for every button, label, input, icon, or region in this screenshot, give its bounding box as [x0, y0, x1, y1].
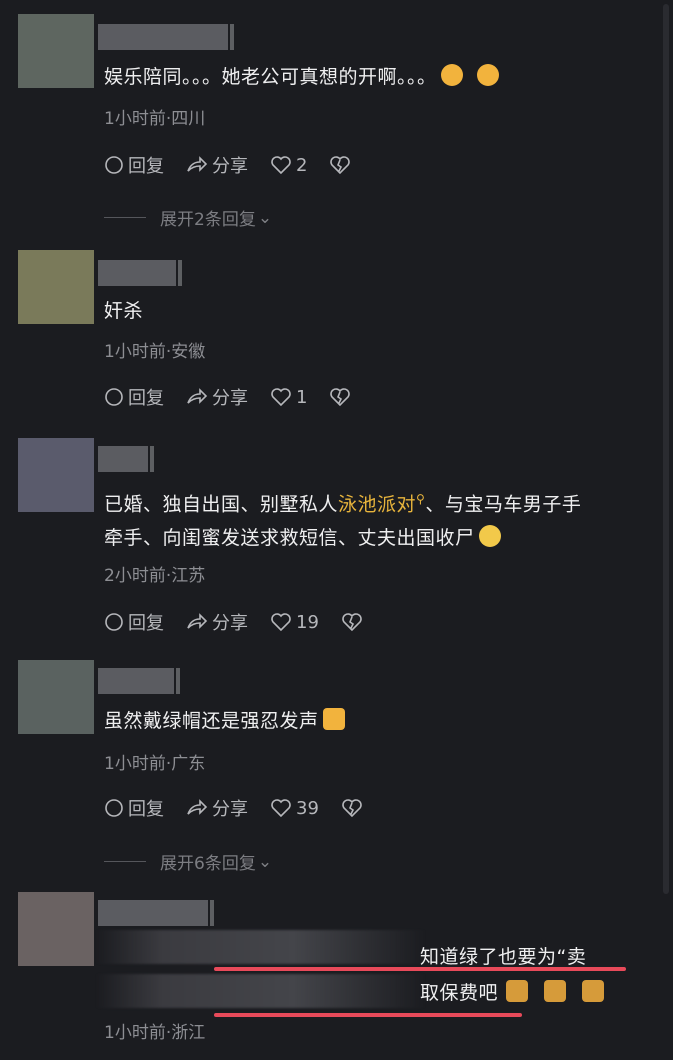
avatar[interactable]: [18, 438, 94, 512]
share-button[interactable]: 分享: [186, 152, 248, 178]
avatar[interactable]: [18, 14, 94, 88]
comment-text: 奸杀: [104, 300, 144, 322]
dislike-button[interactable]: [329, 387, 355, 407]
red-underline: [214, 967, 626, 971]
like-button[interactable]: 2: [270, 155, 307, 176]
comment-text: 虽然戴绿帽还是强忍发声: [104, 704, 647, 738]
reply-icon: [105, 613, 123, 631]
hands-emoji-icon: [322, 708, 345, 730]
dislike-button[interactable]: [341, 612, 367, 632]
share-icon: [187, 388, 208, 404]
reply-icon: [105, 156, 123, 174]
comment-text: 已婚、独自出国、别墅私人泳池派对⚲、与宝马车男子手 牵手、向闺蜜发送求救短信、丈…: [104, 492, 582, 550]
redacted-text-band: [96, 930, 426, 964]
reply-button[interactable]: 回复: [104, 795, 164, 821]
broken-heart-icon: [330, 156, 351, 175]
share-button[interactable]: 分享: [186, 384, 248, 410]
share-button[interactable]: 分享: [186, 609, 248, 635]
avatar[interactable]: [18, 660, 94, 734]
broken-heart-icon: [342, 613, 362, 632]
reply-button[interactable]: 回复: [104, 609, 164, 635]
comment-actions: 回复 分享 19: [104, 607, 389, 637]
share-icon: [187, 799, 208, 815]
broken-heart-icon: [342, 799, 362, 818]
red-underline: [214, 1013, 522, 1017]
dislike-button[interactable]: [341, 798, 367, 818]
search-icon: ⚲: [416, 492, 426, 506]
share-icon: [187, 613, 208, 629]
heart-icon: [271, 156, 291, 175]
monkey-emoji-icon: [544, 980, 567, 1002]
chevron-down-icon: ⌄: [257, 207, 273, 228]
search-link[interactable]: 泳池派对: [338, 493, 416, 515]
comment-meta: 2小时前·江苏: [104, 566, 206, 586]
reply-icon: [105, 388, 123, 406]
reply-icon: [105, 799, 123, 817]
like-button[interactable]: 19: [270, 612, 319, 633]
comment-actions: 回复 分享 39: [104, 793, 389, 823]
like-button[interactable]: 1: [270, 387, 307, 408]
comment-text-line2: 取保费吧: [420, 976, 647, 1010]
reply-button[interactable]: 回复: [104, 152, 164, 178]
like-button[interactable]: 39: [270, 798, 319, 819]
hug-emoji-icon: [476, 64, 499, 86]
scrollbar[interactable]: [663, 4, 669, 894]
share-icon: [187, 156, 208, 172]
hug-emoji-icon: [440, 64, 463, 86]
username-redacted[interactable]: [98, 260, 182, 286]
divider-line: [104, 217, 146, 218]
username-redacted[interactable]: [98, 446, 154, 472]
monkey-emoji-icon: [582, 980, 605, 1002]
monkey-emoji-icon: [506, 980, 529, 1002]
comment-actions: 回复 分享 2: [104, 150, 377, 180]
expand-replies[interactable]: 展开6条回复 ⌄: [104, 849, 272, 874]
reply-button[interactable]: 回复: [104, 384, 164, 410]
username-redacted[interactable]: [98, 24, 234, 50]
broken-heart-icon: [330, 388, 351, 407]
expand-replies[interactable]: 展开2条回复 ⌄: [104, 205, 272, 230]
comment-meta: 1小时前·广东: [104, 754, 206, 774]
heart-icon: [271, 613, 291, 632]
username-redacted[interactable]: [98, 900, 214, 926]
heart-icon: [271, 799, 291, 818]
redacted-text-band: [96, 974, 426, 1008]
heart-icon: [271, 388, 291, 407]
divider-line: [104, 861, 146, 862]
avatar[interactable]: [18, 250, 94, 324]
chevron-down-icon: ⌄: [257, 851, 273, 872]
comment-actions: 回复 分享 1: [104, 382, 377, 412]
dislike-button[interactable]: [329, 155, 355, 175]
smirk-emoji-icon: [478, 525, 501, 548]
comment-text: 娱乐陪同。。。她老公可真想的开啊。。。: [104, 60, 647, 94]
comment-meta: 1小时前·安徽: [104, 342, 206, 362]
avatar[interactable]: [18, 892, 94, 966]
username-redacted[interactable]: [98, 668, 180, 694]
share-button[interactable]: 分享: [186, 795, 248, 821]
comment-meta: 1小时前·四川: [104, 109, 206, 129]
comment-meta: 1小时前·浙江: [104, 1023, 206, 1043]
